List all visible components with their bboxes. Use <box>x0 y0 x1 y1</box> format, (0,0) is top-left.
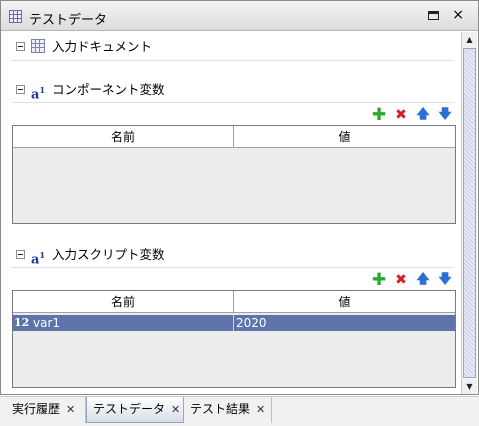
section-divider <box>12 60 454 61</box>
scroll-down-icon[interactable]: ▼ <box>462 379 477 394</box>
delete-row-icon[interactable]: ✖ <box>393 272 409 288</box>
table-header: 名前 値 <box>13 126 455 148</box>
tab-execution-history[interactable]: 実行履歴 ✕ <box>6 397 86 423</box>
column-header-name[interactable]: 名前 <box>13 291 233 313</box>
restore-icon[interactable] <box>428 11 439 20</box>
add-row-icon[interactable]: ✚ <box>371 107 387 124</box>
column-header-name[interactable]: 名前 <box>13 126 233 148</box>
section-divider <box>12 102 454 103</box>
cell-separator <box>233 315 234 331</box>
script-variables-table[interactable]: 名前 値 12 var1 2020 <box>12 290 456 388</box>
tab-close-icon[interactable]: ✕ <box>66 398 75 422</box>
section-label: 入力ドキュメント <box>52 39 153 54</box>
close-icon[interactable]: × <box>452 7 464 23</box>
table-row[interactable]: 12 var1 2020 <box>13 315 455 331</box>
tab-close-icon[interactable]: ✕ <box>256 398 265 422</box>
section-divider <box>12 267 454 268</box>
component-variables-table[interactable]: 名前 値 <box>12 125 456 224</box>
grid-icon <box>31 39 45 53</box>
vertical-scrollbar[interactable]: ▲ ▼ <box>461 32 477 394</box>
panel-titlebar: テストデータ × <box>1 1 478 31</box>
move-up-icon[interactable]: 🡅 <box>415 107 431 123</box>
tab-label: テスト結果 <box>190 402 251 416</box>
tab-test-results[interactable]: テスト結果 ✕ <box>184 397 272 423</box>
panel-content: 入力ドキュメント a1 コンポーネント変数 ✚ ✖ 🡅 🡇 名前 値 a1 入力… <box>2 32 460 394</box>
cell-variable-name[interactable]: var1 <box>33 315 231 331</box>
column-header-value[interactable]: 値 <box>234 291 455 313</box>
collapse-toggle-icon[interactable] <box>16 42 25 51</box>
tab-label: 実行履歴 <box>12 402 61 416</box>
move-down-icon[interactable]: 🡇 <box>437 272 453 288</box>
column-header-value[interactable]: 値 <box>234 126 455 148</box>
scroll-up-icon[interactable]: ▲ <box>462 32 477 47</box>
variable-icon: a1 <box>31 250 46 268</box>
tab-test-data[interactable]: テストデータ ✕ <box>86 397 184 423</box>
number-variable-icon: 12 <box>14 316 30 329</box>
move-up-icon[interactable]: 🡅 <box>415 272 431 288</box>
move-down-icon[interactable]: 🡇 <box>437 107 453 123</box>
collapse-toggle-icon[interactable] <box>16 85 25 94</box>
section-label: 入力スクリプト変数 <box>52 247 165 262</box>
delete-row-icon[interactable]: ✖ <box>393 107 409 123</box>
table-header: 名前 値 <box>13 291 455 313</box>
table-icon <box>9 10 22 23</box>
collapse-toggle-icon[interactable] <box>16 250 25 259</box>
test-data-panel: テストデータ × 入力ドキュメント a1 コンポーネント変数 ✚ ✖ 🡅 🡇 名… <box>0 0 479 395</box>
section-label: コンポーネント変数 <box>52 82 165 97</box>
tab-label: テストデータ <box>93 402 166 416</box>
add-row-icon[interactable]: ✚ <box>371 272 387 289</box>
variable-icon: a1 <box>31 85 46 103</box>
scrollbar-thumb[interactable] <box>463 48 476 378</box>
panel-title: テストデータ <box>29 13 108 28</box>
cell-variable-value[interactable]: 2020 <box>236 315 452 331</box>
bottom-tab-bar: 実行履歴 ✕ テストデータ ✕ テスト結果 ✕ <box>0 396 479 426</box>
tab-close-icon[interactable]: ✕ <box>171 398 180 422</box>
